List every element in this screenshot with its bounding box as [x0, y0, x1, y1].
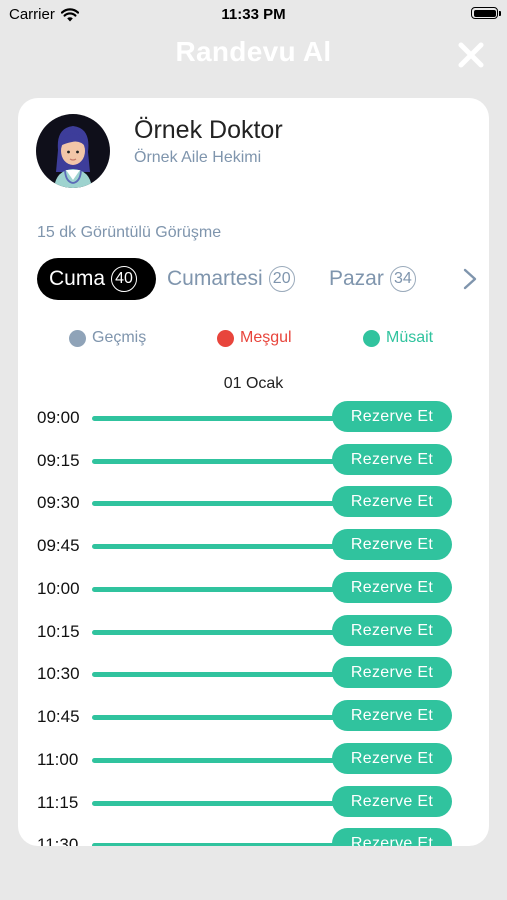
slot-availability-bar: [92, 715, 342, 720]
legend-dot-available: [363, 329, 380, 347]
slot-availability-bar: [92, 544, 342, 549]
reserve-button[interactable]: Rezerve Et: [332, 401, 452, 432]
chevron-right-icon[interactable]: [462, 268, 478, 290]
slot-availability-bar: [92, 801, 342, 806]
time-slot: 10:00 Rezerve Et: [18, 572, 489, 606]
reserve-button[interactable]: Rezerve Et: [332, 444, 452, 475]
slot-availability-bar: [92, 587, 342, 592]
tab-label: Cuma: [49, 267, 106, 290]
availability-legend: Geçmiş Meşgul Müsait: [18, 329, 489, 351]
time-slot: 10:45 Rezerve Et: [18, 700, 489, 734]
time-slot: 09:30 Rezerve Et: [18, 486, 489, 520]
reserve-button[interactable]: Rezerve Et: [332, 529, 452, 560]
time-slot: 10:30 Rezerve Et: [18, 657, 489, 691]
reserve-button[interactable]: Rezerve Et: [332, 657, 452, 688]
legend-dot-busy: [217, 329, 234, 347]
reserve-button[interactable]: Rezerve Et: [332, 700, 452, 731]
close-button[interactable]: [457, 41, 485, 69]
time-slot: 11:00 Rezerve Et: [18, 743, 489, 777]
tab-cumartesi[interactable]: Cumartesi 20: [167, 258, 295, 300]
legend-available: Müsait: [363, 329, 433, 347]
slot-time: 10:15: [37, 622, 80, 641]
tab-count-badge: 40: [111, 266, 138, 292]
legend-dot-past: [69, 329, 86, 347]
slot-availability-bar: [92, 672, 342, 677]
battery-icon: [471, 7, 501, 19]
slot-time: 11:15: [37, 793, 79, 812]
doctor-specialty: Örnek Aile Hekimi: [134, 149, 262, 166]
legend-past: Geçmiş: [69, 329, 146, 347]
legend-busy: Meşgul: [217, 329, 292, 347]
slot-time: 10:30: [37, 664, 80, 683]
legend-label: Geçmiş: [92, 329, 147, 346]
tab-label: Pazar: [329, 267, 384, 290]
reserve-button[interactable]: Rezerve Et: [332, 786, 452, 817]
reserve-button[interactable]: Rezerve Et: [332, 572, 452, 603]
slot-time: 09:30: [37, 493, 80, 512]
reserve-button[interactable]: Rezerve Et: [332, 743, 452, 774]
slot-availability-bar: [92, 843, 342, 846]
consultation-type: 15 dk Görüntülü Görüşme: [37, 224, 222, 241]
time-slot: 09:15 Rezerve Et: [18, 444, 489, 478]
slot-time: 09:15: [37, 451, 80, 470]
doctor-name: Örnek Doktor: [134, 116, 283, 144]
slot-time: 11:30: [37, 835, 79, 846]
tab-count-badge: 20: [268, 266, 295, 292]
time-slot: 09:45 Rezerve Et: [18, 529, 489, 563]
slot-availability-bar: [92, 758, 342, 763]
time-slot: 11:30 Rezerve Et: [18, 828, 489, 846]
slot-time: 10:00: [37, 579, 80, 598]
reserve-button[interactable]: Rezerve Et: [332, 615, 452, 646]
tab-label: Cumartesi: [167, 267, 263, 290]
slot-time: 09:00: [37, 408, 80, 427]
legend-label: Meşgul: [240, 329, 292, 346]
page-title: Randevu Al: [175, 36, 332, 67]
time-slot: 11:15 Rezerve Et: [18, 786, 489, 820]
doctor-avatar: [36, 114, 110, 188]
slot-availability-bar: [92, 459, 342, 464]
slot-availability-bar: [92, 416, 342, 421]
reserve-button[interactable]: Rezerve Et: [332, 486, 452, 517]
tab-pazar[interactable]: Pazar 34: [329, 258, 416, 300]
close-icon: [458, 42, 484, 68]
appointment-card: Örnek Doktor Örnek Aile Hekimi 15 dk Gör…: [18, 98, 489, 846]
legend-label: Müsait: [386, 329, 434, 346]
status-bar: Carrier 11:33 PM: [0, 0, 507, 28]
day-tabs: Cuma 40 Cumartesi 20 Pazar 34: [37, 258, 477, 300]
date-label: 01 Ocak: [223, 375, 284, 392]
status-time: 11:33 PM: [221, 6, 286, 23]
slot-availability-bar: [92, 501, 342, 506]
tab-cuma[interactable]: Cuma 40: [37, 258, 156, 300]
reserve-button[interactable]: Rezerve Et: [332, 828, 452, 846]
slot-availability-bar: [92, 630, 342, 635]
time-slot: 10:15 Rezerve Et: [18, 615, 489, 649]
slot-time: 11:00: [37, 750, 79, 769]
tab-count-badge: 34: [389, 266, 416, 292]
time-slot: 09:00 Rezerve Et: [18, 401, 489, 435]
slot-time: 09:45: [37, 536, 80, 555]
slot-time: 10:45: [37, 707, 80, 726]
